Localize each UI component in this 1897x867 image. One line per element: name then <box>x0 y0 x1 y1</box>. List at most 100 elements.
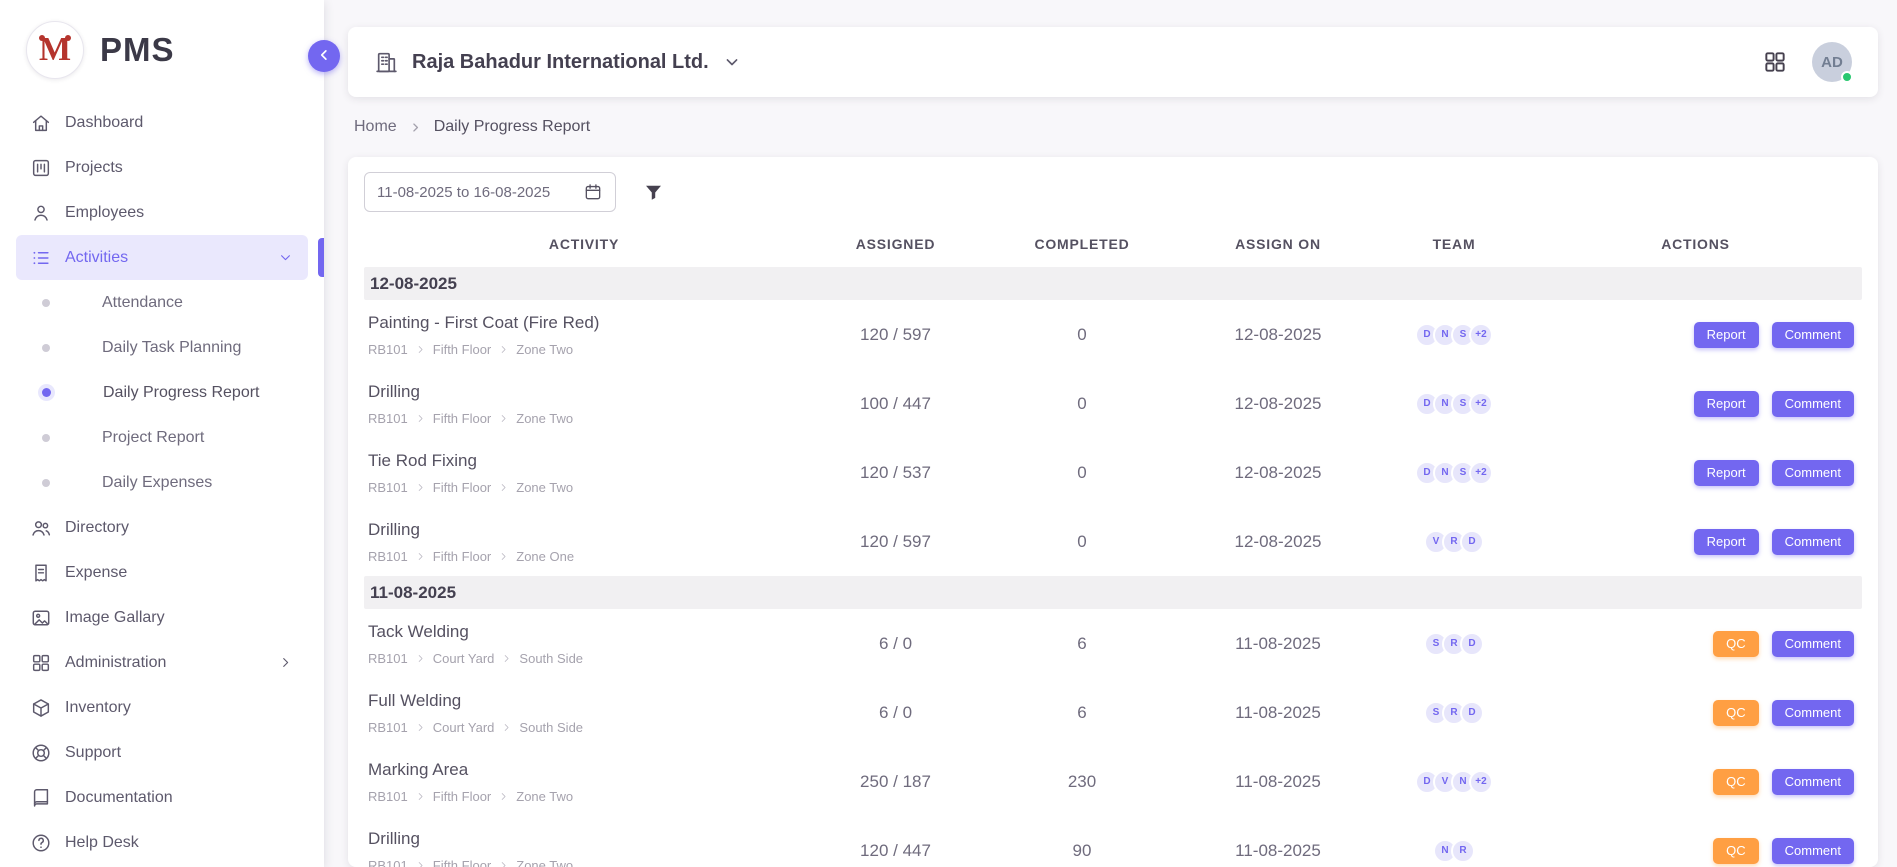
sidebar-item-help-desk[interactable]: Help Desk <box>16 820 308 865</box>
assign-on-date: 12-08-2025 <box>1177 394 1379 414</box>
team-avatars: VRD <box>1379 530 1529 554</box>
assigned-value: 120 / 597 <box>804 325 987 345</box>
report-button[interactable]: Report <box>1694 391 1759 417</box>
qc-button[interactable]: QC <box>1713 838 1759 864</box>
comment-button[interactable]: Comment <box>1772 769 1854 795</box>
sidebar-item-image-gallary[interactable]: Image Gallary <box>16 595 308 640</box>
chevron-right-icon <box>415 791 426 802</box>
qc-button[interactable]: QC <box>1713 700 1759 726</box>
date-range-input[interactable]: 11-08-2025 to 16-08-2025 <box>364 172 616 212</box>
receipt-icon <box>30 562 52 584</box>
qc-button[interactable]: QC <box>1713 631 1759 657</box>
assign-on-date: 12-08-2025 <box>1177 325 1379 345</box>
breadcrumb-current: Daily Progress Report <box>434 118 591 136</box>
team-avatars: NR <box>1379 839 1529 863</box>
comment-button[interactable]: Comment <box>1772 529 1854 555</box>
comment-button[interactable]: Comment <box>1772 322 1854 348</box>
filter-icon[interactable] <box>642 181 665 204</box>
team-avatars: SRD <box>1379 632 1529 656</box>
sidebar-item-documentation[interactable]: Documentation <box>16 775 308 820</box>
assign-on-date: 11-08-2025 <box>1177 841 1379 861</box>
table-row: Drilling RB101Fifth FloorZone One 120 / … <box>364 507 1862 576</box>
user-avatar[interactable]: AD <box>1812 42 1852 82</box>
chevron-right-icon <box>498 413 509 424</box>
sidebar-item-support[interactable]: Support <box>16 730 308 775</box>
activity-cell: Drilling RB101Fifth FloorZone Two <box>364 829 804 867</box>
sidebar-item-projects[interactable]: Projects <box>16 145 308 190</box>
activity-cell: Full Welding RB101Court YardSouth Side <box>364 691 804 735</box>
chevron-right-icon <box>498 791 509 802</box>
team-avatar: R <box>1451 839 1475 863</box>
comment-button[interactable]: Comment <box>1772 631 1854 657</box>
assigned-value: 120 / 597 <box>804 532 987 552</box>
report-button[interactable]: Report <box>1694 322 1759 348</box>
grid-icon <box>30 652 52 674</box>
path-segment: South Side <box>519 651 583 666</box>
activity-title: Painting - First Coat (Fire Red) <box>368 313 804 333</box>
path-segment: Zone Two <box>516 342 573 357</box>
chevron-right-icon <box>501 722 512 733</box>
breadcrumb-home[interactable]: Home <box>354 118 397 136</box>
path-segment: Fifth Floor <box>433 858 492 867</box>
row-actions: QC Comment <box>1529 769 1862 795</box>
date-range-value: 11-08-2025 to 16-08-2025 <box>377 184 550 201</box>
comment-button[interactable]: Comment <box>1772 700 1854 726</box>
sidebar-item-label: Expense <box>65 564 294 582</box>
sidebar-item-label: Projects <box>65 159 294 177</box>
activity-title: Tie Rod Fixing <box>368 451 804 471</box>
chevron-down-icon <box>277 249 294 266</box>
report-button[interactable]: Report <box>1694 460 1759 486</box>
apps-grid-icon[interactable] <box>1762 49 1788 75</box>
sidebar-subitem-daily-expenses[interactable]: Daily Expenses <box>16 460 308 505</box>
activity-path: RB101Fifth FloorZone Two <box>368 789 804 804</box>
path-segment: RB101 <box>368 342 408 357</box>
sidebar-collapse-button[interactable] <box>308 40 340 72</box>
assign-on-date: 11-08-2025 <box>1177 634 1379 654</box>
completed-value: 90 <box>987 841 1177 861</box>
sidebar-subitem-daily-task-planning[interactable]: Daily Task Planning <box>16 325 308 370</box>
help-icon <box>30 832 52 854</box>
sidebar-subitem-daily-progress-report[interactable]: Daily Progress Report <box>16 370 308 415</box>
path-segment: Fifth Floor <box>433 342 492 357</box>
sidebar-item-activities[interactable]: Activities <box>16 235 308 280</box>
sidebar-item-label: Dashboard <box>65 114 294 132</box>
assign-on-date: 12-08-2025 <box>1177 463 1379 483</box>
activity-cell: Tie Rod Fixing RB101Fifth FloorZone Two <box>364 451 804 495</box>
sidebar-item-dashboard[interactable]: Dashboard <box>16 100 308 145</box>
sidebar-item-expense[interactable]: Expense <box>16 550 308 595</box>
completed-value: 230 <box>987 772 1177 792</box>
table-row: Full Welding RB101Court YardSouth Side 6… <box>364 678 1862 747</box>
column-header-team: TEAM <box>1379 236 1529 252</box>
sidebar-subitem-attendance[interactable]: Attendance <box>16 280 308 325</box>
assign-on-date: 11-08-2025 <box>1177 703 1379 723</box>
list-icon <box>30 247 52 269</box>
avatar-initials: AD <box>1821 54 1843 71</box>
online-status-dot <box>1841 71 1853 83</box>
sidebar-item-administration[interactable]: Administration <box>16 640 308 685</box>
chevron-right-icon <box>415 482 426 493</box>
brand: M PMS <box>0 0 324 100</box>
sidebar-subitem-project-report[interactable]: Project Report <box>16 415 308 460</box>
sidebar-item-employees[interactable]: Employees <box>16 190 308 235</box>
comment-button[interactable]: Comment <box>1772 838 1854 864</box>
column-header-assign-on: ASSIGN ON <box>1177 236 1379 252</box>
qc-button[interactable]: QC <box>1713 769 1759 795</box>
table-body: 12-08-2025 Painting - First Coat (Fire R… <box>364 267 1862 867</box>
team-avatars: DNS+2 <box>1379 392 1529 416</box>
table-row: Tie Rod Fixing RB101Fifth FloorZone Two … <box>364 438 1862 507</box>
activity-title: Drilling <box>368 520 804 540</box>
completed-value: 0 <box>987 463 1177 483</box>
comment-button[interactable]: Comment <box>1772 391 1854 417</box>
path-segment: South Side <box>519 720 583 735</box>
path-segment: RB101 <box>368 789 408 804</box>
chevron-right-icon <box>501 653 512 664</box>
team-avatar: +2 <box>1469 323 1493 347</box>
report-button[interactable]: Report <box>1694 529 1759 555</box>
company-selector[interactable]: Raja Bahadur International Ltd. <box>374 50 742 75</box>
sidebar-item-directory[interactable]: Directory <box>16 505 308 550</box>
sidebar-item-inventory[interactable]: Inventory <box>16 685 308 730</box>
chevron-right-icon <box>415 413 426 424</box>
main-area: Raja Bahadur International Ltd. AD Home … <box>324 0 1897 867</box>
comment-button[interactable]: Comment <box>1772 460 1854 486</box>
path-segment: Zone Two <box>516 789 573 804</box>
